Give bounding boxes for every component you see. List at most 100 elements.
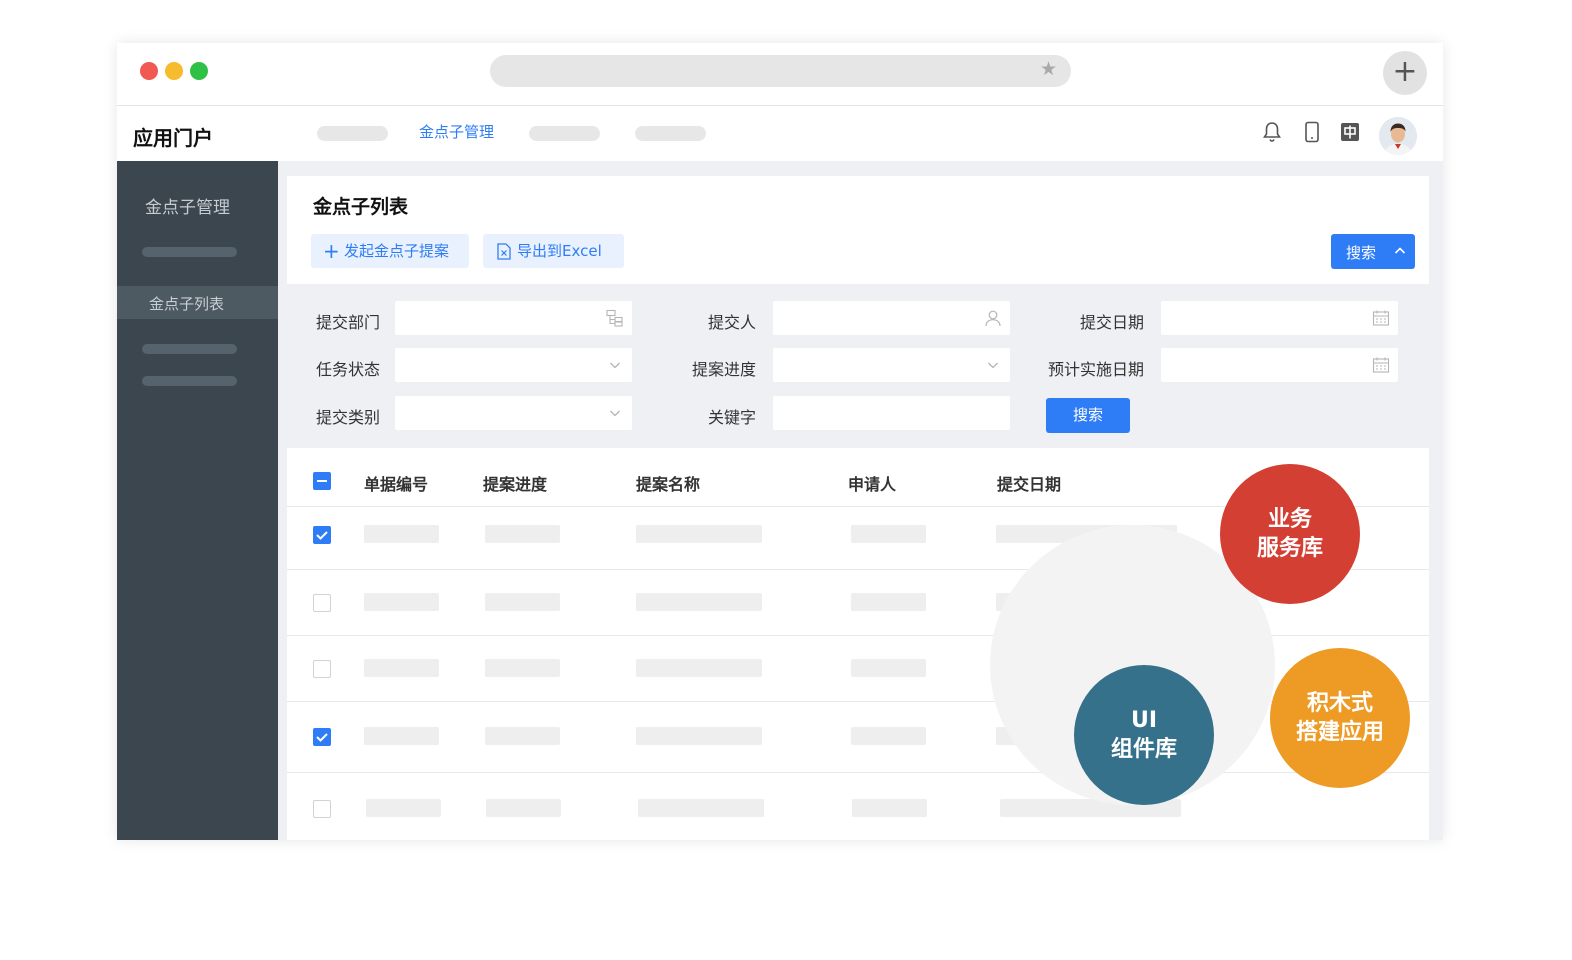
- doc-no-placeholder: [364, 525, 439, 543]
- column-header-date[interactable]: 提交日期: [997, 471, 1061, 495]
- doc-no-placeholder: [364, 593, 439, 611]
- row-checkbox[interactable]: [313, 594, 331, 612]
- name-placeholder: [636, 727, 762, 745]
- progress-placeholder: [485, 659, 560, 677]
- blocks-bubble-line1: 积木式: [1306, 691, 1373, 716]
- name-placeholder: [638, 799, 764, 817]
- department-tree-icon: [606, 309, 623, 327]
- column-header-applicant[interactable]: 申请人: [848, 471, 896, 495]
- business-service-bubble: 业务 服务库: [1220, 464, 1360, 604]
- progress-select[interactable]: [773, 348, 1010, 382]
- applicant-placeholder: [852, 799, 927, 817]
- search-toggle-label: 搜索: [1346, 244, 1377, 262]
- chevron-down-icon: [610, 362, 620, 369]
- chevron-up-icon: [1394, 247, 1406, 254]
- keyword-label: 关键字: [707, 408, 756, 427]
- submit-date-input[interactable]: [1161, 301, 1398, 335]
- nav-item-active[interactable]: 金点子管理: [419, 121, 494, 142]
- sidebar-item-placeholder[interactable]: [142, 247, 237, 257]
- address-bar[interactable]: ★: [490, 55, 1071, 87]
- bookmark-star-icon[interactable]: ★: [1040, 58, 1057, 80]
- doc-no-placeholder: [364, 727, 439, 745]
- sidebar-title[interactable]: 金点子管理: [145, 193, 230, 218]
- progress-placeholder: [485, 593, 560, 611]
- name-placeholder: [636, 525, 762, 543]
- export-excel-label: 导出到Excel: [517, 242, 602, 260]
- business-bubble-line2: 服务库: [1256, 536, 1323, 561]
- user-icon: [985, 310, 1001, 327]
- title-bar: ★ +: [117, 43, 1443, 106]
- column-header-progress[interactable]: 提案进度: [483, 471, 547, 495]
- close-window-icon[interactable]: [140, 62, 158, 80]
- ui-library-bubble: UI 组件库: [1074, 665, 1214, 805]
- plus-icon: +: [323, 239, 340, 263]
- new-proposal-button[interactable]: + 发起金点子提案: [311, 234, 469, 268]
- applicant-placeholder: [851, 593, 926, 611]
- search-toggle-button[interactable]: 搜索: [1331, 234, 1415, 269]
- new-proposal-label: 发起金点子提案: [344, 242, 450, 260]
- nav-item-placeholder[interactable]: [317, 126, 388, 141]
- progress-placeholder: [485, 525, 560, 543]
- sidebar-item-placeholder[interactable]: [142, 344, 237, 354]
- avatar-image: [1379, 117, 1417, 155]
- progress-label: 提案进度: [691, 360, 756, 379]
- category-label: 提交类别: [315, 408, 380, 427]
- dept-label: 提交部门: [315, 313, 380, 332]
- submitter-label: 提交人: [707, 313, 756, 332]
- progress-placeholder: [486, 799, 561, 817]
- business-bubble-line1: 业务: [1267, 507, 1312, 532]
- excel-file-icon: [497, 243, 511, 260]
- indeterminate-icon: [317, 479, 327, 482]
- checkmark-icon: [316, 531, 328, 540]
- ui-bubble-line2: 组件库: [1110, 737, 1177, 762]
- sidebar-item-placeholder[interactable]: [142, 376, 237, 386]
- search-button[interactable]: 搜索: [1046, 398, 1130, 433]
- nav-item-placeholder[interactable]: [635, 126, 706, 141]
- select-all-checkbox[interactable]: [313, 472, 331, 490]
- status-select[interactable]: [395, 348, 632, 382]
- category-select[interactable]: [395, 396, 632, 430]
- ui-bubble-line1: UI: [1130, 708, 1158, 733]
- dept-input[interactable]: [395, 301, 632, 335]
- submit-date-label: 提交日期: [1079, 313, 1144, 332]
- minimize-window-icon[interactable]: [165, 62, 183, 80]
- page-title: 金点子列表: [313, 196, 409, 218]
- planned-date-label: 预计实施日期: [1047, 360, 1144, 379]
- app-brand: 应用门户: [133, 126, 213, 150]
- mobile-phone-icon[interactable]: [1300, 120, 1324, 144]
- applicant-placeholder: [851, 659, 926, 677]
- row-divider: [287, 772, 1429, 773]
- new-tab-button[interactable]: +: [1383, 51, 1427, 95]
- row-checkbox[interactable]: [313, 728, 331, 746]
- sidebar: 金点子管理 金点子列表: [117, 161, 278, 840]
- bell-icon[interactable]: [1260, 120, 1284, 144]
- calendar-icon: [1372, 357, 1390, 373]
- checkmark-icon: [316, 733, 328, 742]
- block-builder-bubble: 积木式 搭建应用: [1270, 648, 1410, 788]
- sidebar-item-active[interactable]: 金点子列表: [117, 286, 278, 319]
- name-placeholder: [636, 659, 762, 677]
- top-navbar: 应用门户 金点子管理: [117, 106, 1443, 161]
- doc-no-placeholder: [366, 799, 441, 817]
- user-avatar[interactable]: [1379, 117, 1417, 155]
- planned-date-input[interactable]: [1161, 348, 1398, 382]
- submitter-input[interactable]: [773, 301, 1010, 335]
- name-placeholder: [636, 593, 762, 611]
- maximize-window-icon[interactable]: [190, 62, 208, 80]
- row-checkbox[interactable]: [313, 800, 331, 818]
- language-switch-icon[interactable]: [1338, 120, 1362, 144]
- row-checkbox[interactable]: [313, 526, 331, 544]
- sidebar-item-label: 金点子列表: [149, 295, 225, 313]
- chevron-down-icon: [610, 410, 620, 417]
- column-header-doc-no[interactable]: 单据编号: [364, 471, 428, 495]
- status-label: 任务状态: [315, 360, 380, 379]
- applicant-placeholder: [851, 525, 926, 543]
- row-checkbox[interactable]: [313, 660, 331, 678]
- column-header-name[interactable]: 提案名称: [636, 471, 700, 495]
- export-excel-button[interactable]: 导出到Excel: [483, 234, 624, 268]
- doc-no-placeholder: [364, 659, 439, 677]
- keyword-input[interactable]: [773, 396, 1010, 430]
- page-header-card: 金点子列表 + 发起金点子提案 导出到Excel 搜索: [287, 176, 1429, 284]
- applicant-placeholder: [851, 727, 926, 745]
- nav-item-placeholder[interactable]: [529, 126, 600, 141]
